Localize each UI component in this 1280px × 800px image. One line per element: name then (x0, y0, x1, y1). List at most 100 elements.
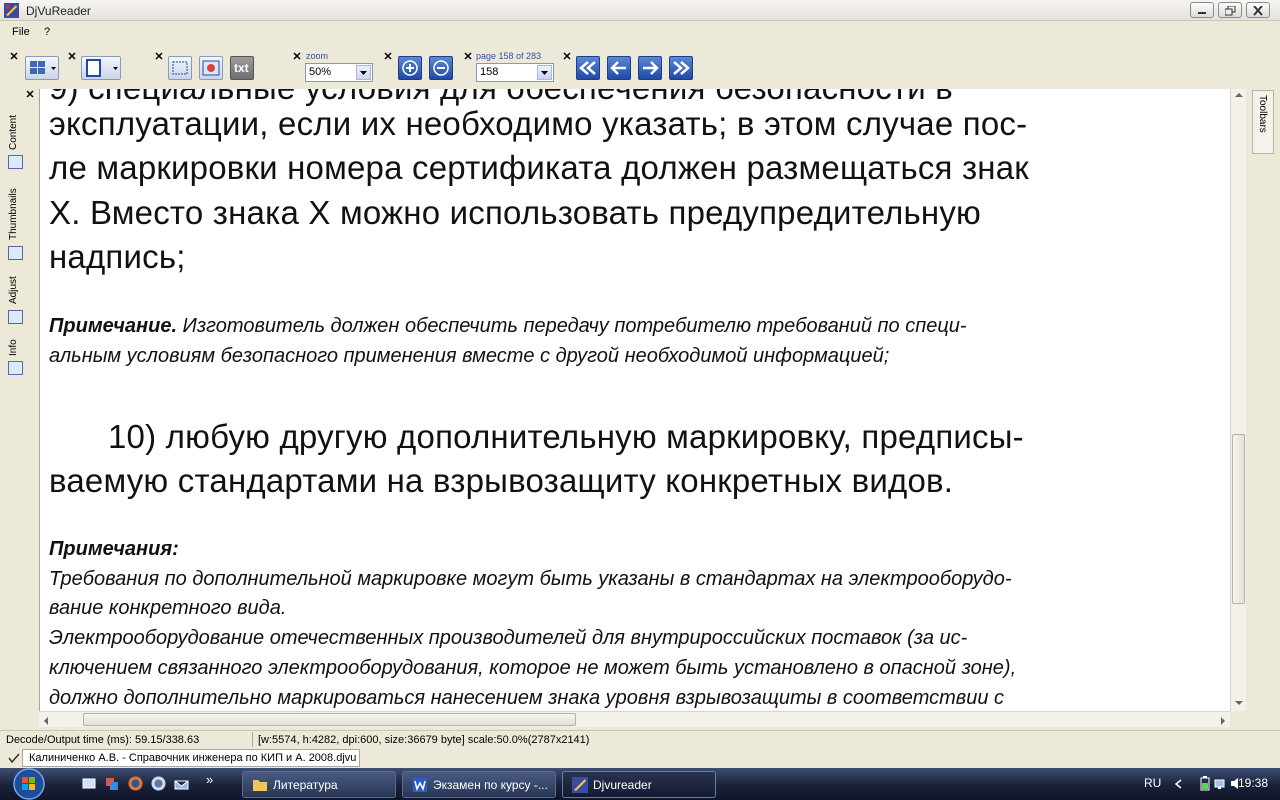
document-view[interactable]: 9) специальные условия для обеспечения б… (39, 89, 1230, 711)
toolbar: txt zoom 50% page 158 of 283 158 (0, 46, 1280, 88)
toolbar-close-icon[interactable] (293, 52, 301, 60)
first-page-icon (579, 61, 596, 75)
toolbars-tab[interactable]: Toolbars (1252, 90, 1274, 154)
title-bar[interactable]: DjVuReader (0, 0, 1280, 21)
first-page-button[interactable] (576, 56, 600, 80)
txt-label: txt (234, 61, 249, 75)
page-mode-button[interactable] (81, 56, 121, 80)
page-icon (86, 59, 118, 77)
toolbar-close-icon[interactable] (464, 52, 472, 60)
language-indicator[interactable]: RU (1144, 776, 1161, 790)
doc-line: Примечание. Изготовитель должен обеспечи… (49, 315, 967, 337)
start-button[interactable] (2, 768, 52, 800)
sidebar-close-icon[interactable] (26, 90, 34, 98)
toolbar-close-icon[interactable] (384, 52, 392, 60)
scroll-up-icon[interactable] (1234, 91, 1244, 99)
zoom-label: zoom (306, 51, 329, 61)
task-label: Экзамен по курсу -... (433, 778, 548, 792)
menu-file[interactable]: File (12, 26, 30, 38)
folder-icon (253, 780, 267, 791)
file-status-bar: Калиниченко А.В. - Справочник инженера п… (0, 748, 1280, 768)
taskbar: » Литература Экзамен по курсу -... Djvur… (0, 768, 1280, 800)
toolbar-close-icon[interactable] (68, 52, 76, 60)
quicklaunch-expand[interactable]: » (206, 772, 213, 787)
decode-time: Decode/Output time (ms): 59.15/338.63 (6, 734, 200, 746)
tray-expand-icon[interactable] (1174, 778, 1184, 790)
vertical-scroll-thumb[interactable] (1232, 434, 1245, 604)
prev-page-button[interactable] (607, 56, 631, 80)
djvu-app-icon (4, 3, 19, 18)
horizontal-scroll-thumb[interactable] (83, 713, 576, 726)
file-tab[interactable]: Калиниченко А.В. - Справочник инженера п… (22, 749, 360, 767)
zoom-select[interactable]: 50% (305, 63, 373, 82)
mail-icon[interactable] (174, 777, 189, 791)
doc-line: альным условиям безопасного применения в… (49, 345, 890, 367)
close-icon (1253, 6, 1263, 16)
clock[interactable]: 19:38 (1238, 776, 1268, 790)
scroll-left-icon[interactable] (42, 716, 50, 726)
doc-line: Примечания: (49, 538, 179, 560)
next-page-button[interactable] (638, 56, 662, 80)
arrow-left-icon (610, 61, 626, 75)
opera-icon[interactable] (151, 776, 166, 791)
vertical-scrollbar[interactable] (1230, 89, 1246, 711)
battery-icon[interactable] (1198, 776, 1212, 791)
doc-line: Требования по дополнительной маркировке … (49, 568, 1012, 590)
zoom-out-button[interactable] (429, 56, 453, 80)
last-page-button[interactable] (669, 56, 693, 80)
image-icon (202, 60, 220, 76)
doc-line: ваемую стандартами на взрывозащиту конкр… (49, 462, 954, 499)
adjust-icon[interactable] (8, 310, 23, 324)
restore-icon (1225, 6, 1236, 16)
show-desktop-icon[interactable] (82, 777, 96, 791)
close-window-button[interactable] (1246, 2, 1270, 18)
chevron-down-icon[interactable] (356, 65, 371, 80)
doc-line: ле маркировки номера сертификата должен … (49, 149, 1029, 186)
doc-line: надпись; (49, 238, 186, 275)
tab-content-label: Content (8, 114, 19, 150)
task-label: Djvureader (593, 778, 652, 792)
firefox-icon[interactable] (128, 776, 143, 791)
page-label: page 158 of 283 (476, 51, 542, 61)
doc-line: должно дополнительно маркироваться нанес… (49, 687, 1005, 709)
switch-windows-icon[interactable] (105, 777, 119, 791)
check-icon (8, 753, 20, 764)
tab-info-label: Info (8, 339, 19, 356)
restore-button[interactable] (1218, 2, 1242, 18)
menu-help[interactable]: ? (44, 26, 50, 38)
right-toolbar-panel: Toolbars (1246, 88, 1280, 734)
status-bar: Decode/Output time (ms): 59.15/338.63 [w… (0, 730, 1280, 748)
image-button[interactable] (199, 56, 223, 80)
toolbar-close-icon[interactable] (155, 52, 163, 60)
network-icon[interactable] (1214, 776, 1228, 791)
tab-adjust-label: Adjust (8, 276, 19, 304)
select-button[interactable] (168, 56, 192, 80)
scroll-down-icon[interactable] (1234, 699, 1244, 707)
last-page-icon (673, 61, 690, 75)
chevron-down-icon[interactable] (537, 65, 552, 80)
info-icon[interactable] (8, 361, 23, 375)
layout-icon (30, 61, 56, 74)
toolbar-close-icon[interactable] (563, 52, 571, 60)
doc-line: ключением связанного электрооборудования… (49, 657, 1017, 679)
horizontal-scrollbar[interactable] (39, 711, 1230, 727)
zoom-out-icon (433, 60, 449, 76)
scroll-right-icon[interactable] (1219, 716, 1227, 726)
system-tray: RU 19:38 (1138, 768, 1280, 800)
task-label: Литература (273, 778, 338, 792)
task-word-exam[interactable]: Экзамен по курсу -... (402, 771, 556, 798)
text-button[interactable]: txt (230, 56, 254, 80)
window-title: DjVuReader (26, 4, 91, 18)
layout-button[interactable] (25, 56, 59, 80)
toolbar-close-icon[interactable] (10, 52, 18, 60)
toolbars-tab-label: Toolbars (1257, 95, 1268, 133)
word-icon (413, 778, 427, 792)
page-select[interactable]: 158 (476, 63, 554, 82)
content-icon[interactable] (8, 155, 23, 169)
zoom-in-button[interactable] (398, 56, 422, 80)
thumbnails-icon[interactable] (8, 246, 23, 260)
task-literatura[interactable]: Литература (242, 771, 396, 798)
minimize-button[interactable] (1190, 2, 1214, 18)
djvu-app-icon (572, 777, 588, 793)
task-djvureader[interactable]: Djvureader (562, 771, 716, 798)
